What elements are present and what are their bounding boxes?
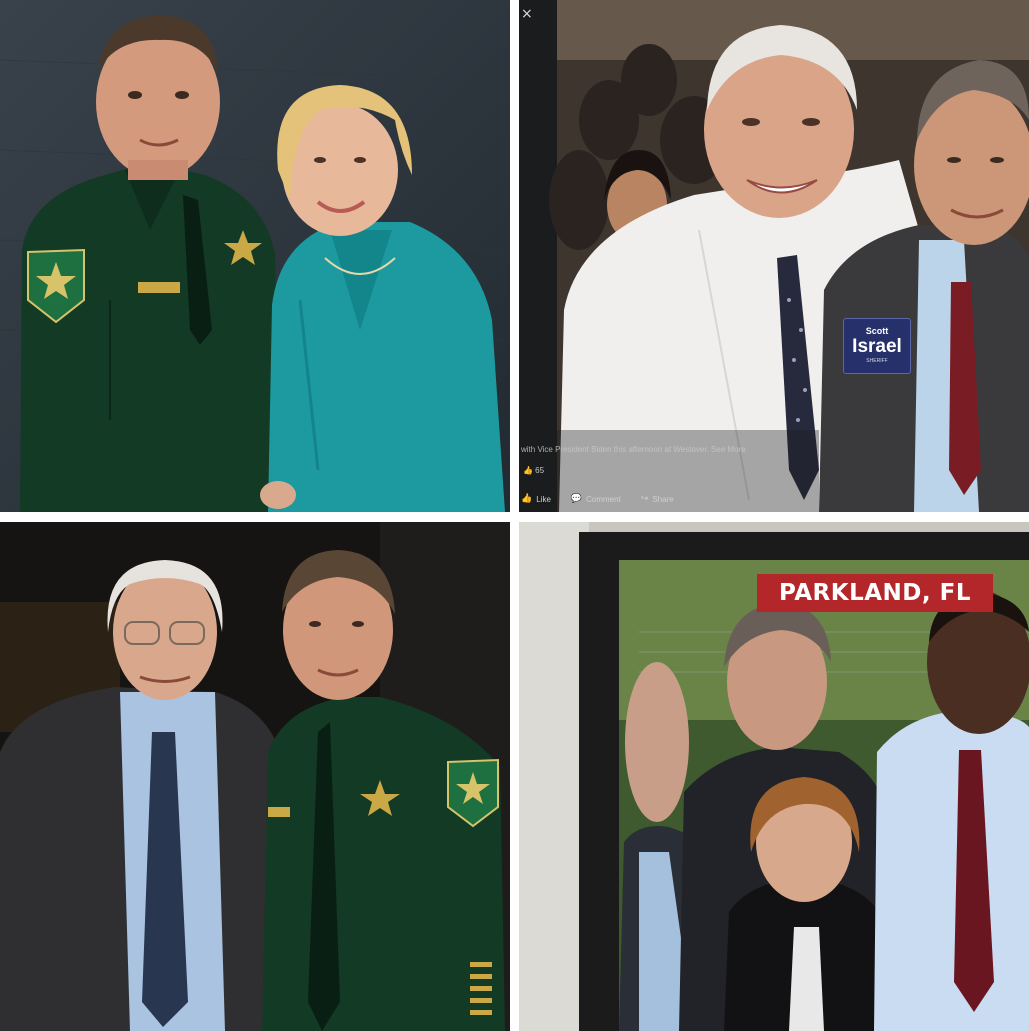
share-label: Share (652, 494, 674, 504)
campaign-button-big-text: Israel (852, 336, 902, 357)
close-icon[interactable]: × (521, 6, 533, 22)
photo-top-right-illustration (519, 0, 1029, 512)
campaign-button-tiny-text: SHERIFF (866, 358, 888, 364)
photo-top-right: × Scott Israel SHERIFF with Vice Preside… (519, 0, 1029, 512)
share-icon: ↪ (640, 494, 649, 504)
like-button[interactable]: 👍 Like (519, 494, 551, 504)
news-location-banner: PARKLAND, FL (757, 574, 993, 612)
photo-bottom-right: PARKLAND, FL (519, 522, 1029, 1031)
share-button[interactable]: ↪ Share (639, 494, 674, 504)
like-count: 👍 65 (523, 466, 545, 475)
post-actions-bar: 👍 Like 💬 Comment ↪ Share (519, 490, 769, 508)
photo-bottom-left (0, 522, 510, 1031)
comment-button[interactable]: 💬 Comment (569, 494, 621, 504)
comment-icon: 💬 (570, 494, 583, 504)
comment-label: Comment (586, 494, 621, 504)
photo-top-left-illustration (0, 0, 510, 512)
campaign-button: Scott Israel SHERIFF (843, 318, 911, 374)
photo-top-left (0, 0, 510, 512)
like-label: Like (536, 494, 551, 504)
photo-collage: × Scott Israel SHERIFF with Vice Preside… (0, 0, 1029, 1031)
post-caption: with Vice President Biden this afternoon… (521, 445, 746, 454)
photo-bottom-left-illustration (0, 522, 510, 1031)
thumbs-up-icon: 👍 (521, 494, 533, 504)
